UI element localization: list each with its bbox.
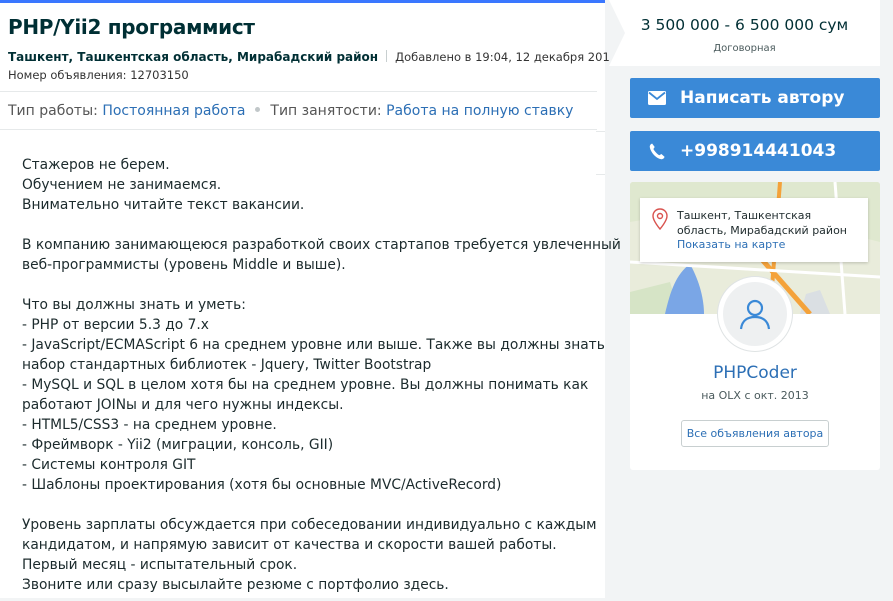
write-author-label: Написать автору [680, 88, 845, 108]
description-line: Уровень зарплаты обсуждается при собесед… [22, 517, 597, 533]
location-text: Ташкент, Ташкентская область, Мирабадски… [8, 50, 379, 64]
map-address-text: Ташкент, Ташкентская область, Мирабадски… [677, 208, 847, 238]
description-line: - Фреймворк - Yii2 (миграции, консоль, G… [22, 437, 334, 453]
show-on-map-link[interactable]: Показать на карте [677, 238, 785, 251]
employment-label: Тип занятости: [270, 103, 382, 119]
description-line: - Системы контроля GIT [22, 457, 196, 473]
user-icon [739, 299, 771, 330]
description-line: Стажеров не берем. [22, 157, 170, 173]
author-card: Ташкент, Ташкентская область, Мирабадски… [630, 182, 880, 470]
map-address-popup: Ташкент, Ташкентская область, Мирабадски… [640, 198, 868, 262]
phone-icon [648, 142, 666, 160]
description-line: - JavaScript/ECMAScript 6 на среднем уро… [22, 337, 605, 353]
description-line: кандидатом, и напрямую зависит от качест… [22, 537, 557, 553]
employment-link[interactable]: Работа на полную ставку [386, 103, 573, 119]
avatar[interactable] [718, 277, 792, 351]
job-type-label: Тип работы: [8, 103, 98, 119]
phone-button[interactable]: +998914441043 [630, 131, 880, 171]
ad-title: PHP/Yii2 программист [8, 15, 255, 39]
description-line: Звоните или сразу высылайте резюме с пор… [22, 577, 449, 593]
divider-rail [596, 131, 605, 601]
envelope-icon [648, 89, 666, 107]
separator-dot [255, 107, 261, 112]
divider [0, 91, 597, 92]
description-line: Первый месяц - испытательный срок. [22, 557, 298, 573]
description-line: Обучением не занимаемся. [22, 177, 222, 193]
ad-content: PHP/Yii2 программист Ташкент, Ташкентска… [0, 0, 621, 601]
price-note: Договорная [713, 43, 776, 54]
description-line: веб-программисты (уровень Middle и выше)… [22, 257, 346, 273]
phone-number: +998914441043 [680, 141, 837, 161]
member-since: на OLX с окт. 2013 [701, 389, 809, 402]
description-line: - PHP от версии 5.3 до 7.х [22, 317, 209, 333]
ad-meta: Ташкент, Ташкентская область, Мирабадски… [8, 47, 621, 67]
description-line: В компанию занимающеюся разработкой свои… [22, 237, 621, 253]
all-author-ads-button[interactable]: Все объявления автора [681, 420, 829, 447]
location-pin-icon [652, 208, 668, 234]
divider [386, 50, 388, 62]
ad-number: Номер объявления: 12703150 [8, 68, 189, 82]
address-line: область, Мирабадский район [677, 224, 847, 237]
author-name[interactable]: PHPCoder [630, 363, 880, 383]
ad-description: Стажеров не берем. Обучением не занимаемс… [22, 155, 621, 595]
write-author-button[interactable]: Написать автору [630, 78, 880, 118]
job-type-link[interactable]: Постоянная работа [102, 103, 245, 119]
ad-attributes: Тип работы: Постоянная работа Тип занятос… [8, 103, 573, 119]
description-line: - Шаблоны проектирования (хотя бы основн… [22, 477, 502, 493]
description-line: Внимательно читайте текст вакансии. [22, 197, 305, 213]
added-date: Добавлено в 19:04, 12 декабря 2017, [395, 50, 621, 64]
price: 3 500 000 - 6 500 000 сум [640, 16, 849, 34]
description-line: набор стандартных библиотек - Jquery, Tw… [22, 357, 432, 373]
divider [0, 129, 597, 130]
description-line: работают JOINы и для чего нужны индексы. [22, 397, 344, 413]
description-line: - HTML5/CSS3 - на среднем уровне. [22, 417, 277, 433]
description-line: Что вы должны знать и уметь: [22, 297, 246, 313]
address-line: Ташкент, Ташкентская [677, 209, 812, 222]
description-line: - MySQL и SQL в целом хотя бы на среднем… [22, 377, 589, 393]
price-box: 3 500 000 - 6 500 000 сум Договорная [609, 0, 880, 66]
